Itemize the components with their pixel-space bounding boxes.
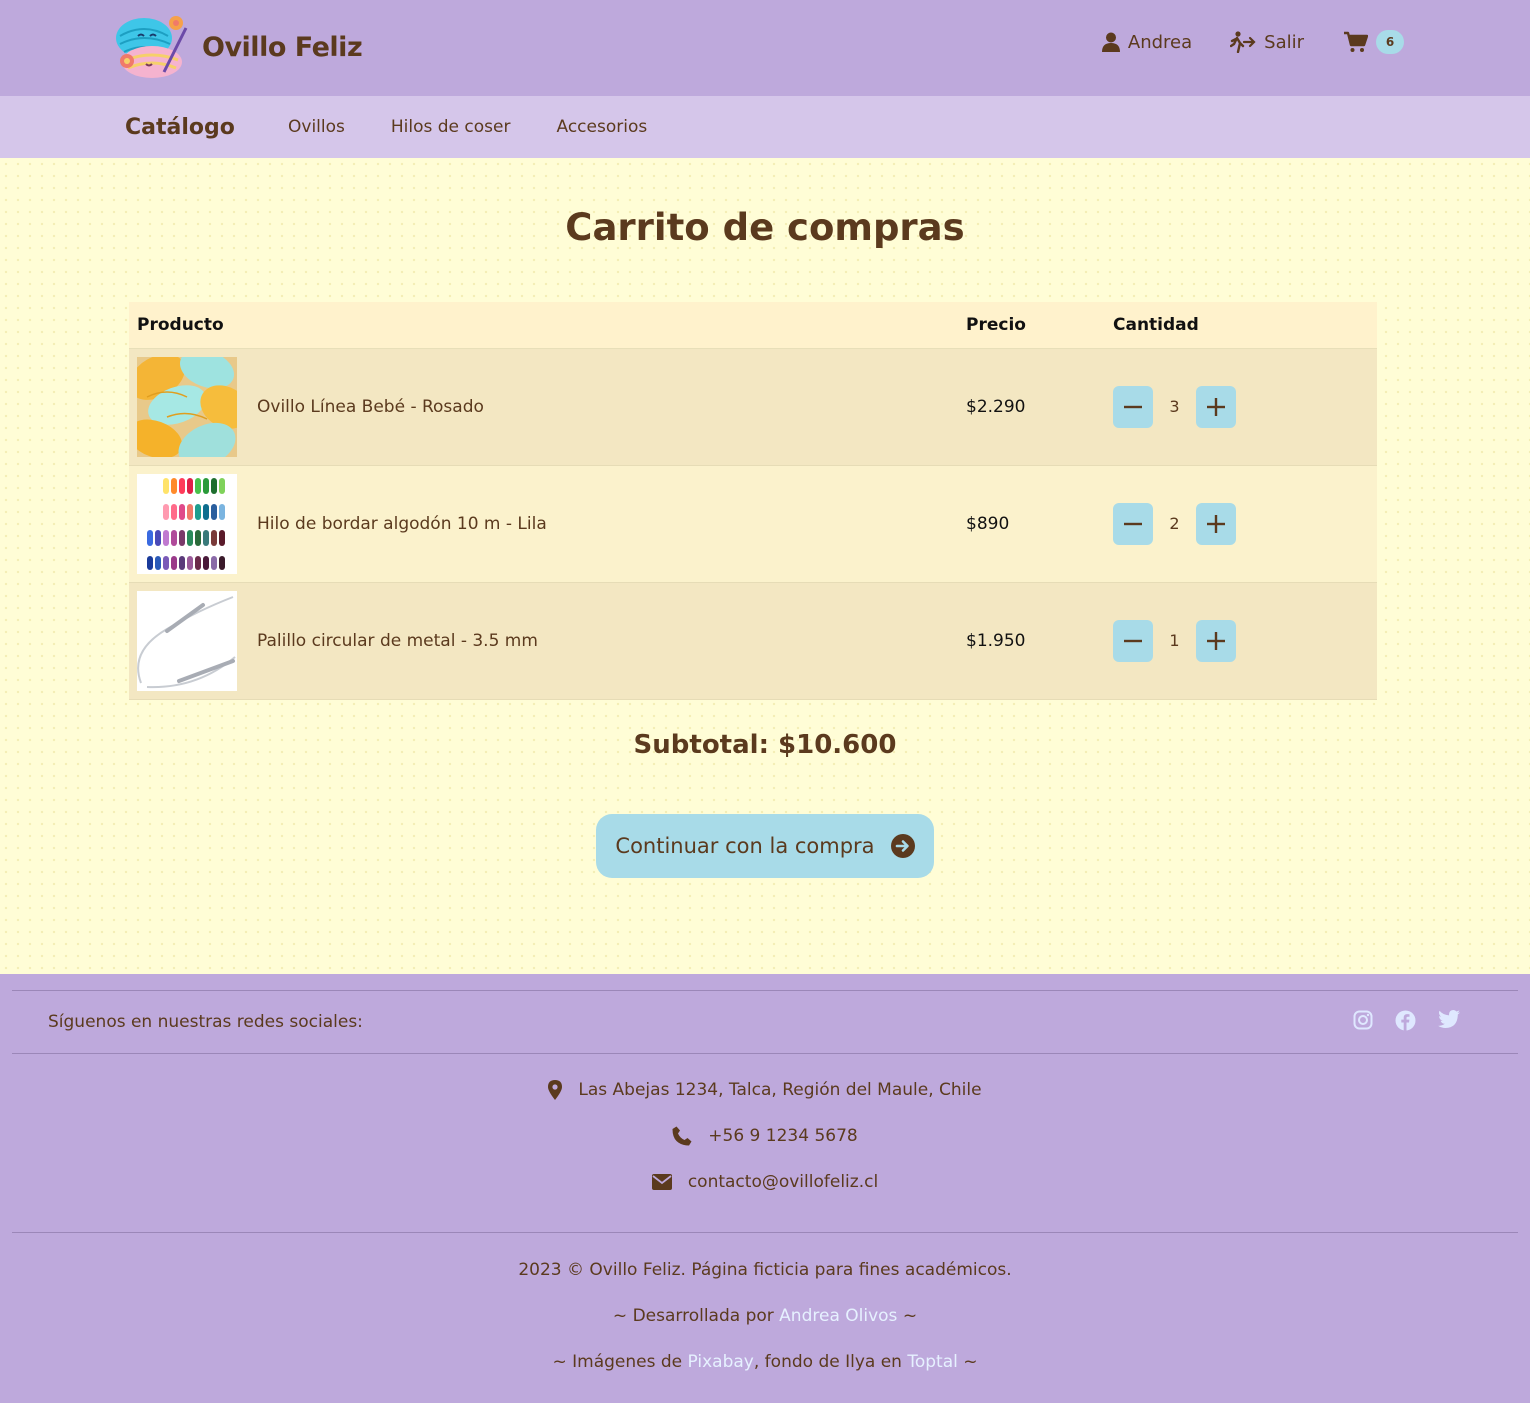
envelope-icon xyxy=(651,1174,672,1190)
plus-icon xyxy=(1207,397,1225,416)
logout-label: Salir xyxy=(1264,31,1304,53)
product-image-circular-needle xyxy=(137,590,237,691)
top-header: Ovillo Feliz Andrea Salir 6 xyxy=(0,0,1530,96)
user-link[interactable]: Andrea xyxy=(1101,31,1193,53)
quantity-stepper: 3 xyxy=(1113,385,1369,428)
footer-divider xyxy=(12,990,1518,991)
header-price: Precio xyxy=(958,302,1105,349)
image-credit: ~ Imágenes de Pixabay, fondo de Ilya en … xyxy=(0,1352,1530,1372)
footer-divider xyxy=(12,1053,1518,1054)
main-content: Carrito de compras Producto Precio Canti… xyxy=(0,158,1530,974)
facebook-icon[interactable] xyxy=(1395,1010,1416,1031)
cart-table: Producto Precio Cantidad Ovillo Línea Be… xyxy=(129,302,1377,700)
brand[interactable]: Ovillo Feliz xyxy=(114,14,363,80)
nav-item-ovillos[interactable]: Ovillos xyxy=(288,117,345,137)
contact-phone: +56 9 1234 5678 xyxy=(0,1126,1530,1146)
quantity-stepper: 1 xyxy=(1113,619,1369,662)
yarn-logo-icon xyxy=(116,16,188,78)
exit-person-icon xyxy=(1230,31,1256,53)
dev-prefix: ~ Desarrollada por xyxy=(612,1306,780,1326)
developer-credit: ~ Desarrollada por Andrea Olivos ~ xyxy=(0,1306,1530,1326)
header-product: Producto xyxy=(129,302,958,349)
product-price: $2.290 xyxy=(958,348,1105,466)
contact-address: Las Abejas 1234, Talca, Región del Maule… xyxy=(0,1080,1530,1100)
brand-name: Ovillo Feliz xyxy=(202,31,363,63)
product-price: $890 xyxy=(958,465,1105,583)
minus-icon xyxy=(1124,639,1142,642)
quantity-value: 3 xyxy=(1169,397,1180,416)
social-text: Síguenos en nuestras redes sociales: xyxy=(48,1012,363,1032)
table-row: Ovillo Línea Bebé - Rosado $2.290 3 xyxy=(129,348,1377,466)
continue-label: Continuar con la compra xyxy=(615,834,875,858)
continue-purchase-button[interactable]: Continuar con la compra xyxy=(596,814,934,878)
product-image-embroidery-threads xyxy=(137,473,237,574)
footer-divider xyxy=(12,1232,1518,1233)
quantity-stepper: 2 xyxy=(1113,502,1369,545)
page-title: Carrito de compras xyxy=(565,206,965,249)
increase-quantity-button[interactable] xyxy=(1196,385,1236,428)
pixabay-link[interactable]: Pixabay xyxy=(688,1352,754,1372)
phone-text: +56 9 1234 5678 xyxy=(708,1126,858,1146)
user-name: Andrea xyxy=(1127,31,1193,53)
plus-icon xyxy=(1207,631,1225,650)
contact-email: contacto@ovillofeliz.cl xyxy=(0,1172,1530,1192)
arrow-circle-right-icon xyxy=(890,834,915,858)
catalog-nav: Catálogo Ovillos Hilos de coser Accesori… xyxy=(0,96,1530,158)
decrease-quantity-button[interactable] xyxy=(1113,502,1153,545)
user-icon xyxy=(1101,32,1120,52)
instagram-icon[interactable] xyxy=(1353,1010,1373,1031)
copyright: 2023 © Ovillo Feliz. Página ficticia par… xyxy=(518,1260,1012,1280)
decrease-quantity-button[interactable] xyxy=(1113,385,1153,428)
product-price: $1.950 xyxy=(958,582,1105,700)
top-actions: Andrea Salir 6 xyxy=(1101,30,1404,54)
minus-icon xyxy=(1124,522,1142,525)
cart-link[interactable]: 6 xyxy=(1344,30,1404,54)
address-text: Las Abejas 1234, Talca, Región del Maule… xyxy=(578,1080,982,1100)
decrease-quantity-button[interactable] xyxy=(1113,619,1153,662)
img-middle: , fondo de Ilya en xyxy=(753,1352,908,1372)
product-image-yarn-balls xyxy=(137,356,237,457)
plus-icon xyxy=(1207,514,1225,533)
header-quantity: Cantidad xyxy=(1105,302,1377,349)
img-prefix: ~ Imágenes de xyxy=(552,1352,688,1372)
nav-item-hilos-de-coser[interactable]: Hilos de coser xyxy=(391,117,511,137)
quantity-value: 1 xyxy=(1169,631,1180,650)
site-footer: Síguenos en nuestras redes sociales: Las… xyxy=(0,974,1530,1403)
nav-item-accesorios[interactable]: Accesorios xyxy=(556,117,647,137)
table-row: Hilo de bordar algodón 10 m - Lila $890 … xyxy=(129,465,1377,583)
img-suffix: ~ xyxy=(957,1352,978,1372)
logout-link[interactable]: Salir xyxy=(1230,31,1304,53)
email-text: contacto@ovillofeliz.cl xyxy=(687,1172,879,1192)
subtotal: Subtotal: $10.600 xyxy=(633,730,897,760)
map-pin-icon xyxy=(548,1080,563,1100)
social-icons xyxy=(1331,1010,1460,1031)
cart-count-badge: 6 xyxy=(1376,30,1404,54)
product-name: Ovillo Línea Bebé - Rosado xyxy=(249,348,958,466)
increase-quantity-button[interactable] xyxy=(1196,619,1236,662)
minus-icon xyxy=(1124,405,1142,408)
product-name: Palillo circular de metal - 3.5 mm xyxy=(249,582,958,700)
product-name: Hilo de bordar algodón 10 m - Lila xyxy=(249,465,958,583)
table-row: Palillo circular de metal - 3.5 mm $1.95… xyxy=(129,582,1377,700)
phone-icon xyxy=(672,1126,692,1146)
toptal-link[interactable]: Toptal xyxy=(907,1352,958,1372)
dev-suffix: ~ xyxy=(897,1306,918,1326)
quantity-value: 2 xyxy=(1169,514,1180,533)
twitter-icon[interactable] xyxy=(1438,1010,1460,1031)
developer-link[interactable]: Andrea Olivos xyxy=(779,1306,897,1326)
nav-items: Ovillos Hilos de coser Accesorios xyxy=(288,117,693,137)
cart-table-header: Producto Precio Cantidad xyxy=(129,302,1377,349)
catalog-title[interactable]: Catálogo xyxy=(125,115,235,140)
increase-quantity-button[interactable] xyxy=(1196,502,1236,545)
cart-icon xyxy=(1344,31,1368,52)
